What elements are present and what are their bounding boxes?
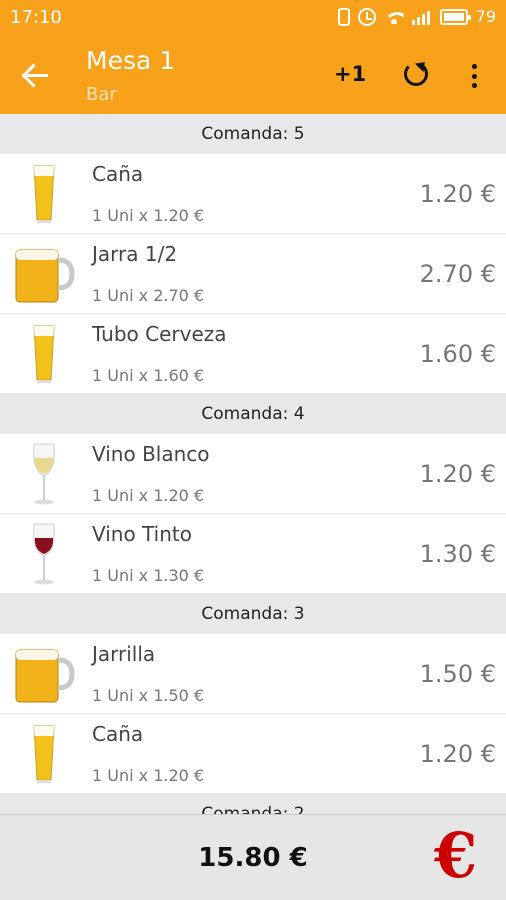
order-item-row[interactable]: Caña 1 Uni x 1.20 € 1.20 € bbox=[0, 154, 506, 234]
app-bar: Mesa 1 Bar +1 bbox=[0, 36, 506, 114]
item-quantity: 1 Uni x 1.20 € bbox=[92, 486, 205, 505]
item-price: 1.20 € bbox=[419, 740, 496, 768]
order-item-row[interactable]: Jarra 1/2 1 Uni x 2.70 € 2.70 € bbox=[0, 234, 506, 314]
item-price: 1.50 € bbox=[419, 660, 496, 688]
item-quantity: 1 Uni x 1.20 € bbox=[92, 766, 205, 785]
item-price: 2.70 € bbox=[419, 260, 496, 288]
comanda-header: Comanda: 2 bbox=[0, 794, 506, 814]
page-title: Mesa 1 bbox=[86, 46, 176, 75]
item-price: 1.60 € bbox=[419, 340, 496, 368]
item-name: Vino Blanco bbox=[92, 442, 210, 466]
white-wine-icon bbox=[10, 440, 78, 508]
refresh-icon[interactable] bbox=[404, 62, 428, 86]
euro-icon: € bbox=[434, 819, 478, 892]
item-quantity: 1 Uni x 1.50 € bbox=[92, 686, 205, 705]
footer-bar: 15.80 € € bbox=[0, 814, 506, 900]
item-price: 1.20 € bbox=[419, 180, 496, 208]
order-item-row[interactable]: Jarrilla 1 Uni x 1.50 € 1.50 € bbox=[0, 634, 506, 714]
item-quantity: 1 Uni x 1.30 € bbox=[92, 566, 205, 585]
status-bar: 17:10 79 bbox=[0, 0, 506, 36]
pay-euro-button[interactable]: € bbox=[434, 821, 494, 891]
item-quantity: 1 Uni x 2.70 € bbox=[92, 286, 205, 305]
beer-mug-icon bbox=[10, 640, 78, 708]
vibrate-icon bbox=[337, 7, 350, 26]
item-quantity: 1 Uni x 1.20 € bbox=[92, 206, 205, 225]
item-name: Caña bbox=[92, 722, 144, 746]
page-subtitle: Bar bbox=[86, 84, 117, 105]
status-icons: 79 bbox=[337, 7, 496, 26]
order-item-row[interactable]: Tubo Cerveza 1 Uni x 1.60 € 1.60 € bbox=[0, 314, 506, 394]
alarm-icon bbox=[357, 7, 376, 26]
order-item-row[interactable]: Vino Blanco 1 Uni x 1.20 € 1.20 € bbox=[0, 434, 506, 514]
comanda-header: Comanda: 3 bbox=[0, 594, 506, 634]
item-name: Vino Tinto bbox=[92, 522, 192, 546]
beer-glass-icon bbox=[10, 160, 78, 228]
comanda-header: Comanda: 4 bbox=[0, 394, 506, 434]
order-item-row[interactable]: Caña 1 Uni x 1.20 € 1.20 € bbox=[0, 714, 506, 794]
battery-level: 79 bbox=[475, 7, 496, 26]
order-item-row[interactable]: Vino Tinto 1 Uni x 1.30 € 1.30 € bbox=[0, 514, 506, 594]
comanda-header: Comanda: 5 bbox=[0, 114, 506, 154]
beer-mug-icon bbox=[10, 240, 78, 308]
item-name: Tubo Cerveza bbox=[92, 322, 227, 346]
item-price: 1.30 € bbox=[419, 540, 496, 568]
total-amount: 15.80 € bbox=[198, 843, 308, 873]
beer-glass-icon bbox=[10, 320, 78, 388]
more-vert-icon[interactable] bbox=[470, 64, 478, 88]
item-quantity: 1 Uni x 1.60 € bbox=[92, 366, 205, 385]
status-time: 17:10 bbox=[10, 7, 62, 28]
order-list[interactable]: Comanda: 5 Caña 1 Uni x 1.20 € 1.20 € Jarra … bbox=[0, 114, 506, 814]
add-one-button[interactable]: +1 bbox=[334, 62, 366, 86]
back-arrow-icon[interactable] bbox=[22, 60, 52, 90]
battery-icon bbox=[439, 8, 471, 25]
beer-glass-icon bbox=[10, 720, 78, 788]
item-price: 1.20 € bbox=[419, 460, 496, 488]
item-name: Jarrilla bbox=[92, 642, 156, 666]
item-name: Jarra 1/2 bbox=[92, 242, 178, 266]
wifi-icon bbox=[383, 10, 404, 24]
red-wine-icon bbox=[10, 520, 78, 588]
signal-icon bbox=[411, 9, 432, 25]
item-name: Caña bbox=[92, 162, 144, 186]
